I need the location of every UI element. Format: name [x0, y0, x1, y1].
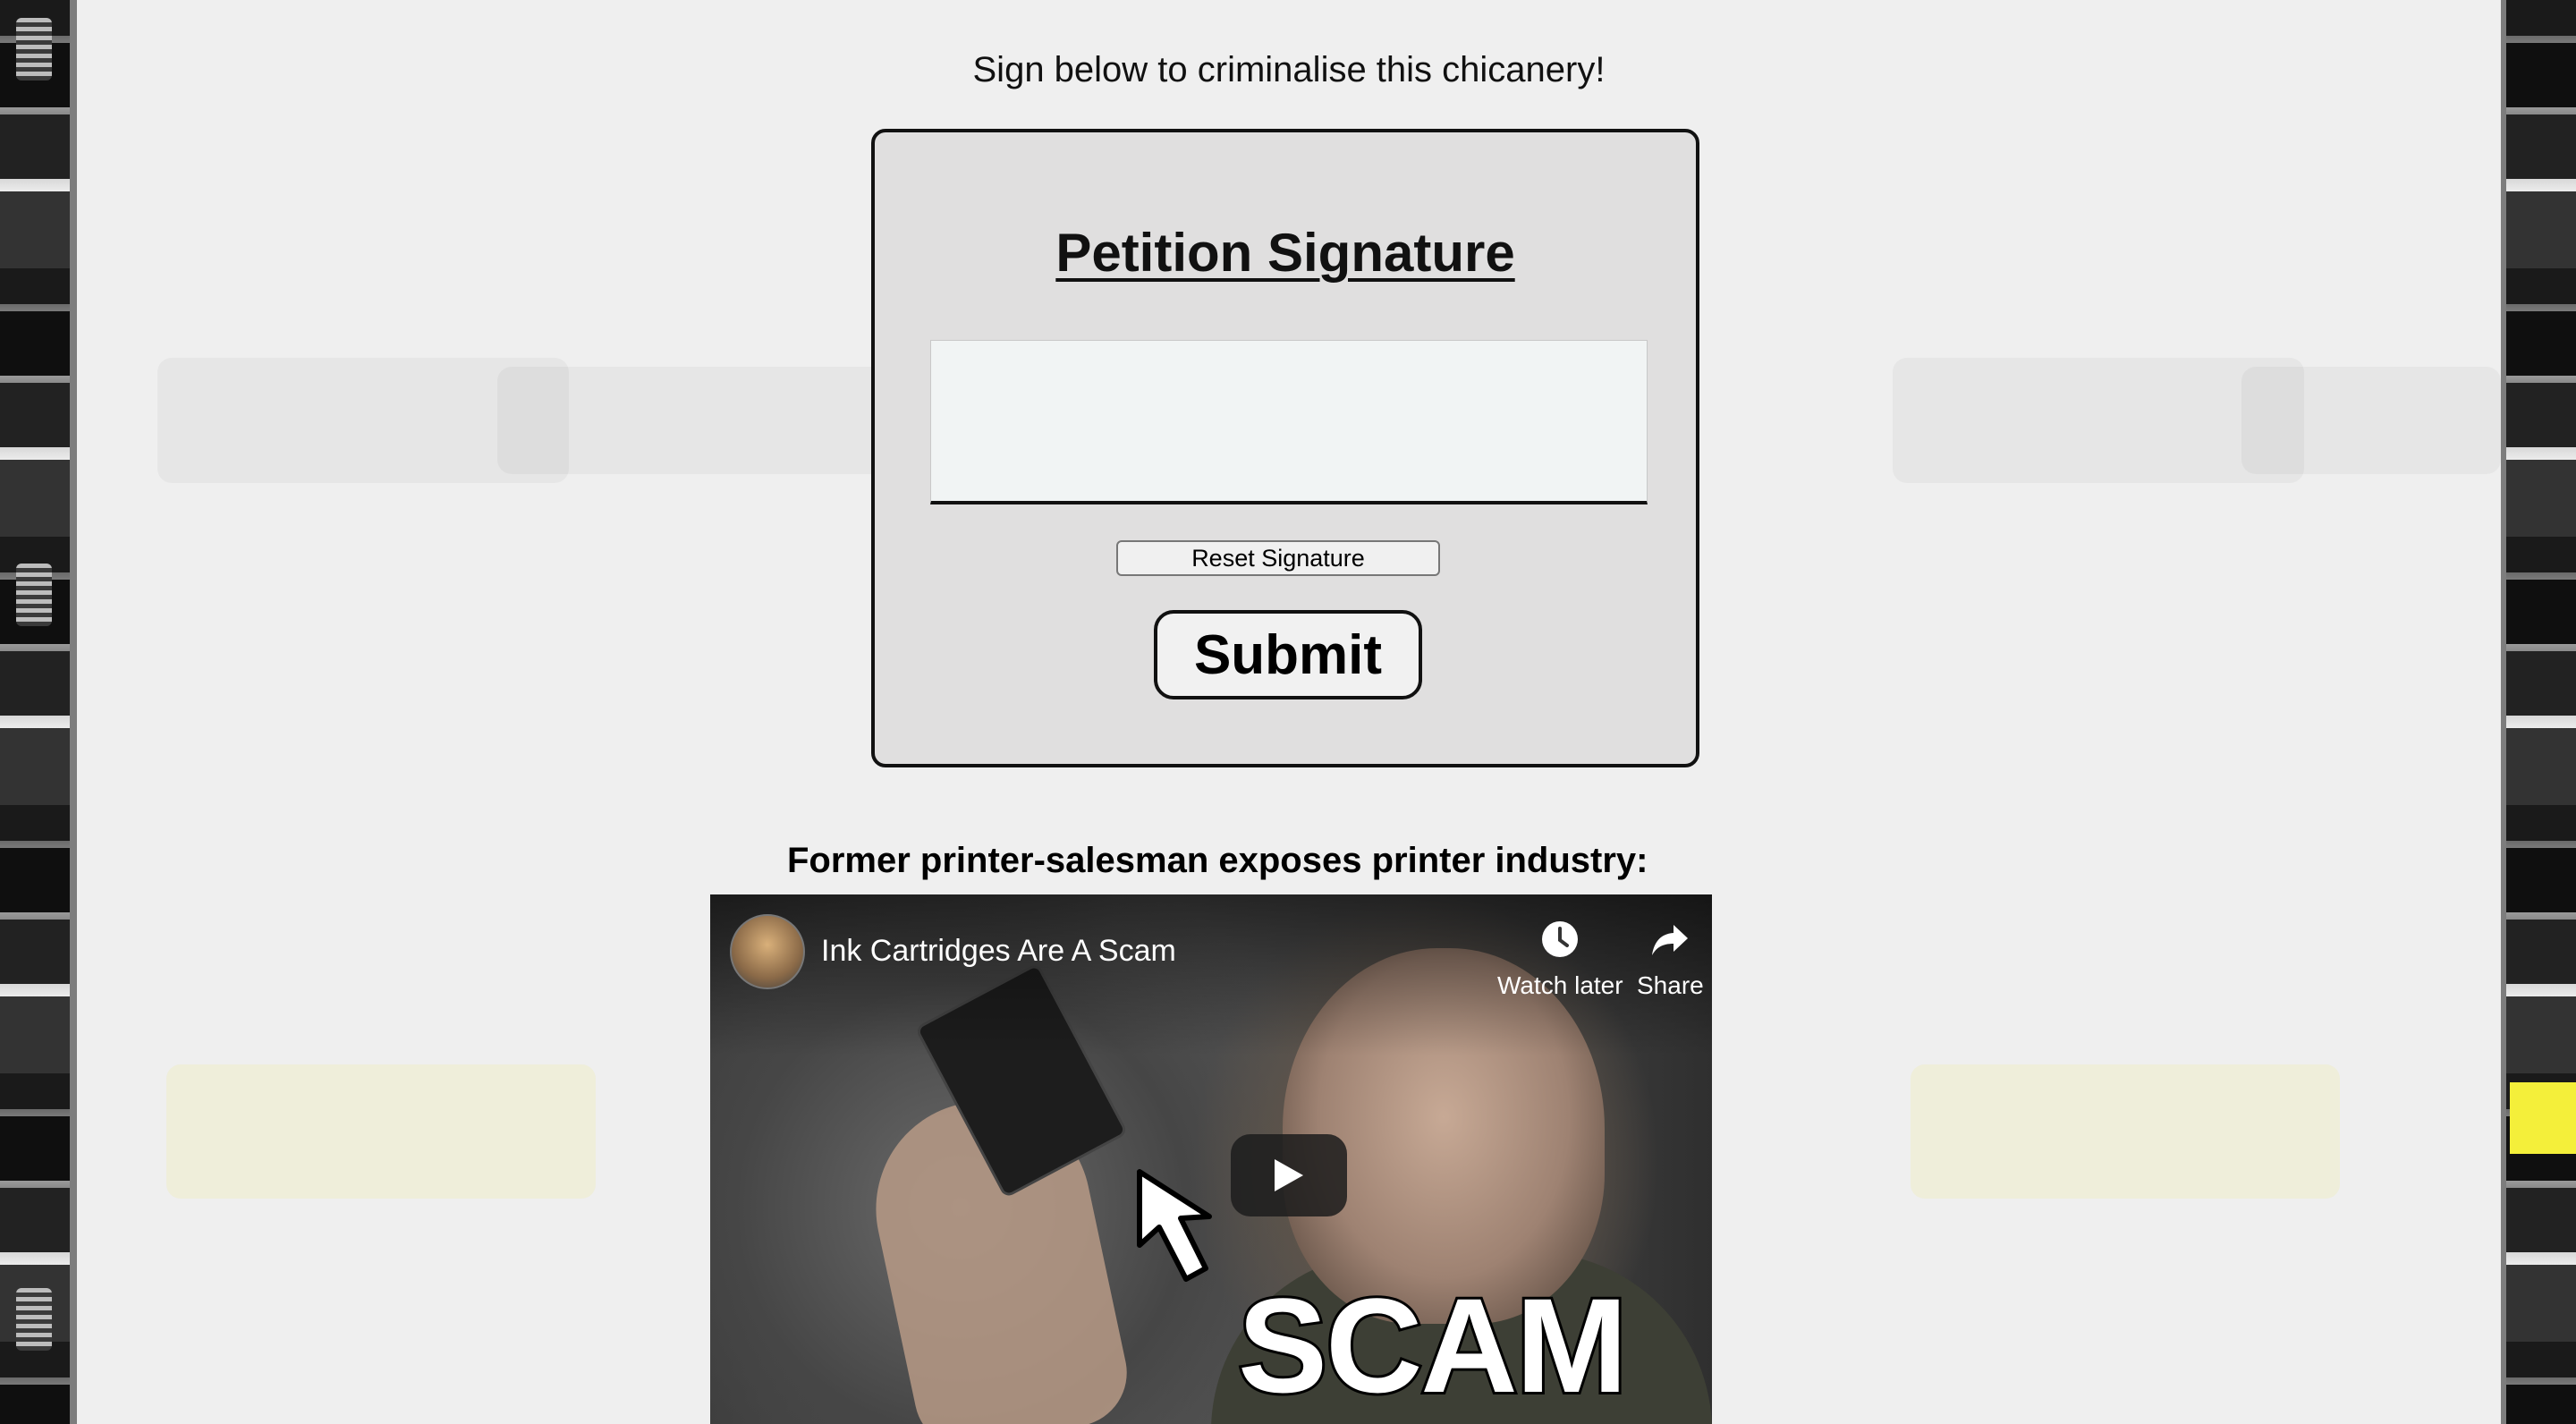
background-cartridge-graphic	[1911, 1064, 2340, 1199]
petition-title: Petition Signature	[1055, 223, 1515, 283]
share-label: Share	[1637, 971, 1704, 999]
spring-graphic	[16, 18, 52, 81]
clock-icon	[1535, 914, 1585, 964]
petition-form: Petition Signature Reset Signature Submi…	[871, 129, 1699, 767]
right-printer-background-strip	[2501, 0, 2576, 1424]
share-button[interactable]: Share	[1637, 914, 1704, 1000]
watch-later-label: Watch later	[1497, 971, 1623, 999]
spring-graphic	[16, 1288, 52, 1351]
thumbnail-scam-text: SCAM	[1235, 1267, 1631, 1423]
video-heading: Former printer-salesman exposes printer …	[787, 841, 1648, 880]
spring-graphic	[16, 564, 52, 626]
watch-later-button[interactable]: Watch later	[1497, 914, 1623, 1000]
left-edge-divider	[70, 0, 77, 1424]
petition-intro-text: Sign below to criminalise this chicanery…	[972, 50, 1606, 89]
left-printer-background-strip	[0, 0, 77, 1424]
channel-avatar[interactable]	[730, 914, 805, 989]
reset-signature-button[interactable]: Reset Signature	[1116, 540, 1440, 576]
submit-button[interactable]: Submit	[1154, 610, 1422, 699]
play-button[interactable]	[1231, 1134, 1347, 1216]
signature-pad[interactable]	[930, 340, 1648, 504]
play-icon	[1275, 1159, 1303, 1191]
background-cartridge-graphic	[2241, 367, 2501, 474]
background-cartridge-graphic	[166, 1064, 596, 1199]
yellow-cartridge-graphic	[2510, 1082, 2576, 1154]
video-title[interactable]: Ink Cartridges Are A Scam	[821, 934, 1176, 969]
share-arrow-icon	[1645, 914, 1695, 964]
embedded-video-player[interactable]: Ink Cartridges Are A Scam Watch later Sh…	[710, 894, 1712, 1424]
